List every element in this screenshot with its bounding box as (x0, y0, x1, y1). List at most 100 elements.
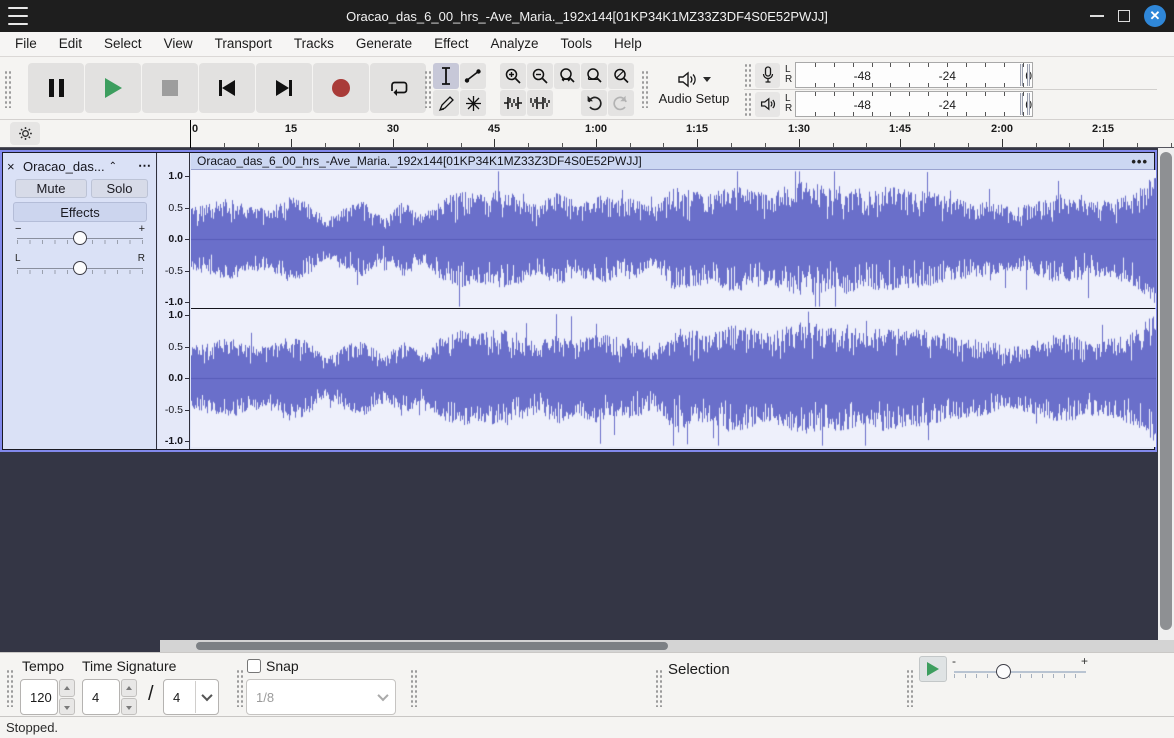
close-icon[interactable]: ✕ (1144, 5, 1166, 27)
transport-toolbar-grip[interactable] (4, 70, 12, 108)
selection-tool-button[interactable] (433, 63, 459, 89)
menu-item-edit[interactable]: Edit (48, 32, 93, 56)
recording-meter[interactable]: -48-240 (795, 62, 1033, 88)
fit-selection-button[interactable] (554, 63, 580, 89)
menu-item-file[interactable]: File (4, 32, 48, 56)
solo-button[interactable]: Solo (91, 179, 148, 198)
track-name[interactable]: Oracao_das... (23, 159, 105, 174)
clip-indicator[interactable] (1020, 93, 1023, 115)
menu-item-help[interactable]: Help (603, 32, 653, 56)
vertical-scale-ruler[interactable]: 1.00.50.0-0.5-1.01.00.50.0-0.5-1.0 (158, 153, 190, 449)
draw-tool-button[interactable] (433, 90, 459, 116)
menu-item-effect[interactable]: Effect (423, 32, 479, 56)
track-menu-icon[interactable]: ⋯ (138, 158, 152, 174)
play-at-speed-grip[interactable] (906, 669, 914, 707)
menu-item-select[interactable]: Select (93, 32, 153, 56)
silence-selection-button[interactable] (527, 90, 553, 116)
clip-menu-icon[interactable]: ••• (1131, 154, 1148, 169)
timeline-ruler[interactable]: 01530451:001:151:301:452:002:15 (190, 120, 1174, 147)
audio-setup-grip[interactable] (641, 70, 649, 108)
zoom-in-button[interactable] (500, 63, 526, 89)
vertical-scrollbar-thumb[interactable] (1160, 152, 1172, 630)
playhead-cursor[interactable] (190, 120, 191, 148)
undo-button[interactable] (581, 90, 607, 116)
collapse-track-icon[interactable]: ⌃ (109, 161, 117, 172)
redo-button[interactable] (608, 90, 634, 116)
scale-tick (185, 302, 189, 303)
play-at-speed-button[interactable] (919, 656, 947, 682)
pan-slider[interactable]: L R (13, 255, 147, 281)
record-button[interactable] (313, 63, 369, 113)
horizontal-scrollbar-thumb[interactable] (196, 642, 668, 650)
selection-label: Selection (668, 661, 730, 678)
gain-slider-thumb[interactable] (73, 231, 87, 245)
gain-slider[interactable]: − + (13, 225, 147, 251)
audio-setup-button[interactable]: Audio Setup (650, 63, 738, 114)
time-signature-spinner[interactable] (121, 679, 137, 715)
zoom-toggle-button[interactable] (608, 63, 634, 89)
waveform-channel-right[interactable] (191, 309, 1154, 447)
clip-header[interactable]: Oracao_das_6_00_hrs_-Ave_Maria._192x144[… (191, 153, 1154, 170)
meter-tick (909, 92, 910, 96)
pause-button[interactable] (28, 63, 84, 113)
clip-indicator[interactable] (1027, 64, 1030, 86)
time-signature-lower-select[interactable]: 4 (163, 679, 219, 715)
meter-tick (834, 92, 835, 96)
clip-title: Oracao_das_6_00_hrs_-Ave_Maria._192x144[… (197, 154, 1131, 168)
meter-tick (890, 63, 891, 67)
playback-speaker-button[interactable] (755, 92, 780, 117)
tempo-spinner[interactable] (59, 679, 75, 715)
track-control-panel: × Oracao_das... ⌃ ⋯ Mute Solo Effects − … (3, 153, 157, 449)
clip-indicator[interactable] (1027, 93, 1030, 115)
play-button[interactable] (85, 63, 141, 113)
stop-button[interactable] (142, 63, 198, 113)
multi-tool-button[interactable] (460, 90, 486, 116)
loop-button[interactable] (370, 63, 426, 113)
maximize-icon[interactable] (1118, 10, 1130, 22)
microphone-button[interactable] (755, 63, 780, 88)
meter-tick (872, 63, 873, 67)
timeline-options-button[interactable] (10, 122, 40, 145)
meter-tick (1023, 63, 1024, 67)
snap-checkbox[interactable] (247, 659, 261, 673)
ruler-tick (799, 139, 800, 147)
scale-tick (185, 271, 189, 272)
recording-meter-grip[interactable] (744, 63, 752, 87)
trim-outside-selection-button[interactable] (500, 90, 526, 116)
waveform-channel-left[interactable] (191, 170, 1154, 308)
playback-meter[interactable]: -48-240 (795, 91, 1033, 117)
skip-to-end-button[interactable] (256, 63, 312, 113)
minimize-icon[interactable] (1090, 15, 1104, 17)
time-signature-upper-input[interactable]: 4 (82, 679, 120, 715)
close-track-icon[interactable]: × (7, 159, 23, 174)
pan-slider-thumb[interactable] (73, 261, 87, 275)
menu-item-analyze[interactable]: Analyze (479, 32, 549, 56)
snap-toolbar-grip[interactable] (236, 669, 244, 707)
playback-speed-slider[interactable]: - + (952, 656, 1088, 682)
clip-indicator[interactable] (1020, 64, 1023, 86)
selection-toolbar-grip[interactable] (655, 669, 663, 707)
vertical-scrollbar[interactable] (1158, 148, 1174, 640)
zoom-out-button[interactable] (527, 63, 553, 89)
speed-slider-thumb[interactable] (996, 664, 1011, 679)
horizontal-scrollbar[interactable] (160, 640, 1174, 652)
tempo-input[interactable]: 120 (20, 679, 58, 715)
menu-item-generate[interactable]: Generate (345, 32, 423, 56)
ruler-tick (393, 139, 394, 147)
envelope-tool-button[interactable] (460, 63, 486, 89)
time-toolbar-grip[interactable] (6, 669, 14, 707)
ruler-tick (697, 139, 698, 147)
hamburger-menu-icon[interactable] (8, 7, 28, 25)
skip-to-start-button[interactable] (199, 63, 255, 113)
snap-value-select[interactable]: 1/8 (246, 679, 396, 715)
mute-button[interactable]: Mute (15, 179, 87, 198)
menu-item-tools[interactable]: Tools (549, 32, 603, 56)
playback-meter-grip[interactable] (744, 92, 752, 116)
effects-button[interactable]: Effects (13, 202, 147, 222)
fit-project-button[interactable] (581, 63, 607, 89)
menu-item-view[interactable]: View (153, 32, 204, 56)
menu-item-tracks[interactable]: Tracks (283, 32, 345, 56)
menu-item-transport[interactable]: Transport (204, 32, 283, 56)
tools-toolbar-grip[interactable] (424, 70, 432, 108)
time-display-grip[interactable] (410, 669, 418, 707)
